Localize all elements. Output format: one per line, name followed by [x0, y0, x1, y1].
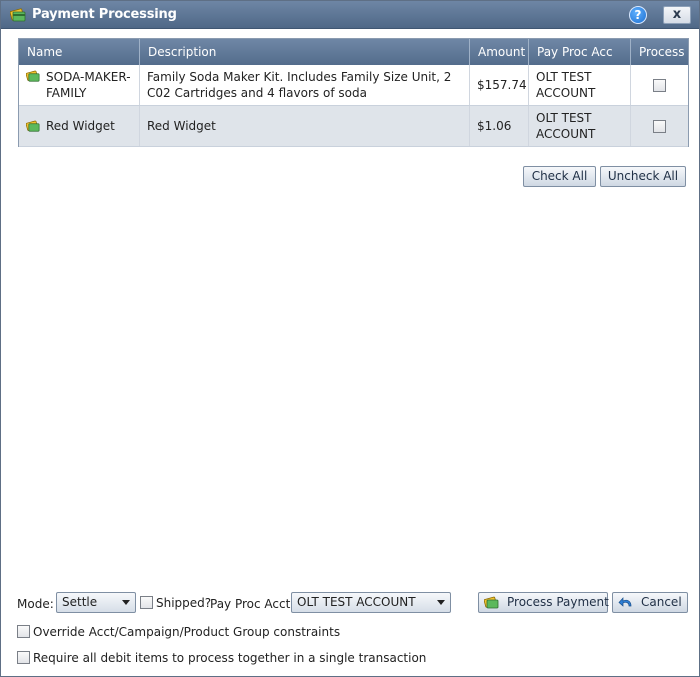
table-row[interactable]: Red Widget Red Widget $1.06 OLT TEST ACC… [19, 106, 688, 147]
column-header-process[interactable]: Process [631, 39, 688, 65]
shipped-checkbox[interactable] [140, 596, 153, 609]
undo-arrow-icon [618, 597, 632, 607]
item-name: Red Widget [46, 119, 115, 133]
require-single-transaction-checkbox[interactable] [17, 651, 30, 664]
title-bar[interactable]: Payment Processing ? x [1, 1, 699, 29]
product-icon [26, 70, 40, 82]
chevron-down-icon [122, 600, 130, 605]
process-payment-label: Process Payment [507, 595, 609, 609]
payment-processing-dialog: Payment Processing ? x Name Description … [0, 0, 700, 677]
payment-items-grid: Name Description Amount Pay Proc Acc Pro… [18, 38, 689, 147]
pay-proc-acct-value: OLT TEST ACCOUNT [297, 595, 416, 609]
mode-select[interactable]: Settle [56, 592, 136, 613]
process-checkbox[interactable] [653, 78, 666, 92]
cell-name: Red Widget [19, 106, 140, 146]
uncheck-all-button[interactable]: Uncheck All [600, 166, 686, 187]
grid-header: Name Description Amount Pay Proc Acc Pro… [19, 39, 688, 65]
process-payment-button[interactable]: Process Payment [478, 592, 609, 613]
item-name: SODA-MAKER-FAMILY [46, 70, 131, 100]
check-all-button[interactable]: Check All [523, 166, 596, 187]
override-checkbox[interactable] [17, 625, 30, 638]
mode-label: Mode: [17, 597, 54, 611]
override-label: Override Acct/Campaign/Product Group con… [33, 625, 341, 639]
cell-amount: $1.06 [470, 106, 529, 146]
cancel-label: Cancel [641, 595, 682, 609]
require-single-transaction-label: Require all debit items to process toget… [33, 651, 427, 665]
cell-description: Red Widget [140, 106, 470, 146]
cell-process [631, 65, 688, 105]
cancel-button[interactable]: Cancel [612, 592, 688, 613]
close-button[interactable]: x [663, 6, 691, 24]
chevron-down-icon [437, 600, 445, 605]
column-header-description[interactable]: Description [140, 39, 470, 65]
mode-value: Settle [62, 595, 98, 609]
payment-app-icon [10, 8, 26, 22]
window-title: Payment Processing [32, 7, 177, 22]
product-icon [26, 120, 40, 132]
payment-icon [484, 596, 499, 609]
column-header-pay-proc-acc[interactable]: Pay Proc Acc [529, 39, 631, 65]
pay-proc-acct-select[interactable]: OLT TEST ACCOUNT [291, 592, 451, 613]
cell-pay-proc-acc: OLT TEST ACCOUNT [529, 106, 631, 146]
column-header-amount[interactable]: Amount [470, 39, 529, 65]
cell-description: Family Soda Maker Kit. Includes Family S… [140, 65, 470, 105]
cell-amount: $157.74 [470, 65, 529, 105]
cell-pay-proc-acc: OLT TEST ACCOUNT [529, 65, 631, 105]
column-header-name[interactable]: Name [19, 39, 140, 65]
process-checkbox[interactable] [653, 119, 666, 133]
cell-name: SODA-MAKER-FAMILY [19, 65, 140, 105]
table-row[interactable]: SODA-MAKER-FAMILY Family Soda Maker Kit.… [19, 65, 688, 106]
pay-proc-acct-label: Pay Proc Acct: [210, 597, 295, 611]
help-icon[interactable]: ? [629, 6, 647, 24]
shipped-label: Shipped? [156, 596, 212, 610]
cell-process [631, 106, 688, 146]
